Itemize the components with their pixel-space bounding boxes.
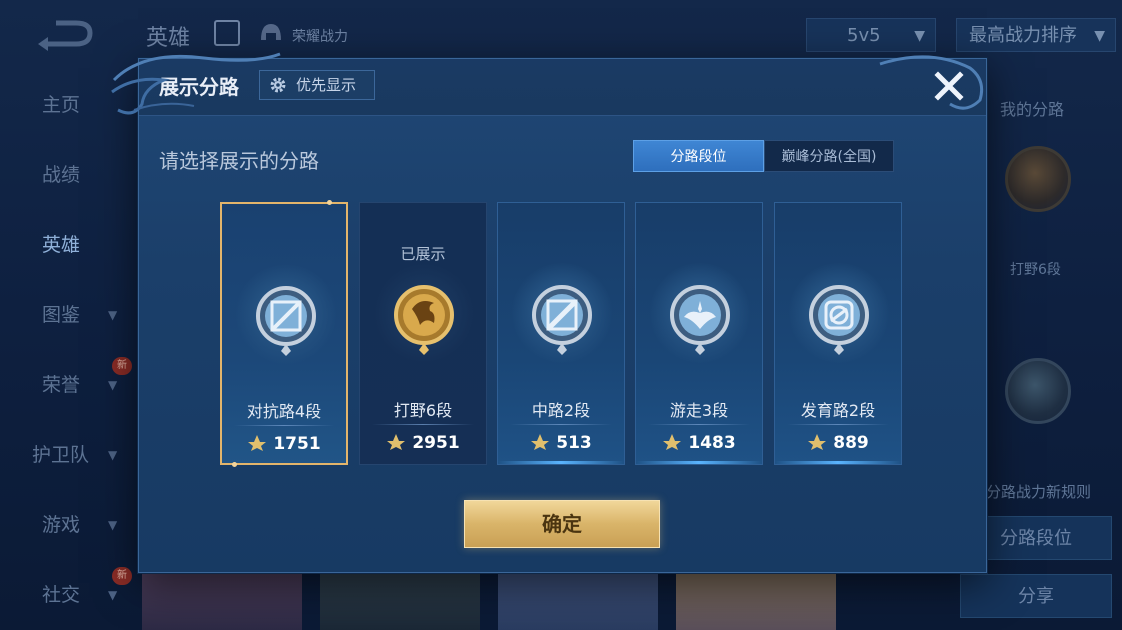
lane-power-value: 1751 <box>222 434 346 454</box>
sidebar-item-label: 英雄 <box>42 234 81 256</box>
hero-thumbnail[interactable] <box>320 572 480 630</box>
sidebar-item-guard-team[interactable]: 护卫队 ▼ <box>0 430 140 480</box>
chevron-down-icon: ▼ <box>1094 28 1105 44</box>
lane-card-farm[interactable]: 发育路2段 889 <box>774 202 902 465</box>
lane-power-value: 2951 <box>360 433 486 453</box>
corner-sparkle <box>327 200 332 205</box>
mode-dropdown-value: 5v5 <box>847 25 881 46</box>
back-arrow-icon[interactable] <box>34 18 94 52</box>
sidebar-item-record[interactable]: 战绩 <box>0 150 140 200</box>
decorative-swirl <box>111 52 281 115</box>
card-divider <box>372 424 474 425</box>
priority-display-label: 优先显示 <box>296 76 357 94</box>
share-button[interactable]: 分享 <box>960 574 1112 618</box>
lane-power-number: 2951 <box>412 433 460 453</box>
power-icon <box>531 434 550 450</box>
new-badge: 新 <box>112 567 132 585</box>
sidebar-item-label: 战绩 <box>42 164 81 186</box>
corner-sparkle <box>232 462 237 467</box>
lane-power-value: 513 <box>498 433 624 453</box>
card-divider <box>648 424 750 425</box>
confirm-button[interactable]: 确定 <box>464 500 660 548</box>
hero-thumbnail[interactable] <box>498 572 658 630</box>
chevron-down-icon: ▼ <box>108 308 118 322</box>
lane-power-number: 1751 <box>273 434 321 454</box>
lane-power-number: 513 <box>556 433 592 453</box>
sidebar-item-label: 社交 <box>42 584 81 606</box>
lane-display-dialog: 展示分路 优先显示 请选择展示的分路 分路段位 巅峰分路(全国) 对抗路4段 1… <box>138 58 987 573</box>
lane-power-number: 1483 <box>688 433 736 453</box>
power-icon <box>808 434 827 450</box>
sidebar-item-label: 游戏 <box>42 514 81 536</box>
roam-medal-icon <box>670 285 730 355</box>
sidebar-item-games[interactable]: 游戏 ▼ <box>0 500 140 550</box>
new-badge: 新 <box>112 357 132 375</box>
sidebar-item-codex[interactable]: 图鉴 ▼ <box>0 290 140 340</box>
tab-lane-rank[interactable]: 分路段位 <box>633 140 764 172</box>
clash-lane-medal-icon <box>256 286 316 356</box>
mid-lane-medal-icon <box>532 285 592 355</box>
power-subtitle: 荣耀战力 <box>292 29 348 45</box>
lane-power-number: 889 <box>833 433 869 453</box>
sidebar-item-label: 护卫队 <box>32 444 90 466</box>
sidebar-item-label: 荣誉 <box>42 374 81 396</box>
lane-power-value: 889 <box>775 433 901 453</box>
dialog-prompt: 请选择展示的分路 <box>159 149 319 173</box>
new-rules-link[interactable]: 分路战力新规则 <box>986 481 1091 502</box>
farm-lane-medal-icon <box>809 285 869 355</box>
hero-thumbnail[interactable] <box>142 572 302 630</box>
lane-card-roam[interactable]: 游走3段 1483 <box>635 202 763 465</box>
sidebar-item-heroes[interactable]: 英雄 <box>0 220 140 270</box>
card-divider <box>787 424 889 425</box>
power-icon <box>387 434 406 450</box>
chevron-down-icon: ▼ <box>108 518 118 532</box>
lane-rank-name: 对抗路4段 <box>246 402 322 421</box>
clash-lane-medal-icon <box>1005 358 1071 424</box>
sort-dropdown-value: 最高战力排序 <box>969 25 1077 46</box>
lane-power-value: 1483 <box>636 433 762 453</box>
sidebar-item-label: 主页 <box>42 94 81 116</box>
hero-thumbnail[interactable] <box>676 572 836 630</box>
sidebar-item-label: 图鉴 <box>42 304 81 326</box>
lane-rank-label: 打野6段 <box>1010 262 1061 278</box>
shown-status-label: 已展示 <box>400 245 446 263</box>
chevron-down-icon: ▼ <box>108 448 118 462</box>
power-icon <box>248 435 267 451</box>
card-divider <box>510 424 612 425</box>
card-divider <box>234 425 334 426</box>
jungle-medal-icon <box>1005 146 1071 212</box>
card-bottom-glow <box>636 461 762 464</box>
lane-card-mid[interactable]: 中路2段 513 <box>497 202 625 465</box>
lane-card-jungle[interactable]: 已展示 打野6段 2951 <box>359 202 487 465</box>
lane-rank-name: 打野6段 <box>393 401 453 420</box>
card-bottom-glow <box>775 461 901 464</box>
tab-peak-lane-national[interactable]: 巅峰分路(全国) <box>764 140 894 172</box>
lane-rank-name: 发育路2段 <box>800 401 876 420</box>
decorative-swirl <box>879 55 984 110</box>
lane-card-clash[interactable]: 对抗路4段 1751 <box>220 200 348 467</box>
power-icon <box>663 434 682 450</box>
lane-tabs: 分路段位 巅峰分路(全国) <box>633 140 894 172</box>
jungle-medal-icon <box>394 285 454 355</box>
lane-rank-name: 游走3段 <box>669 401 729 420</box>
card-bottom-glow <box>498 461 624 464</box>
lane-rank-name: 中路2段 <box>531 401 591 420</box>
my-lane-label: 我的分路 <box>1000 100 1065 119</box>
